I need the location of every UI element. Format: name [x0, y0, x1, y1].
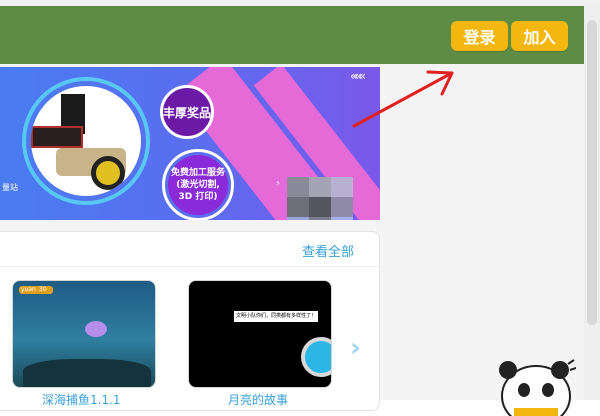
service-line-1: 免费加工服务	[170, 168, 225, 178]
pixelated-qr-image	[287, 177, 355, 220]
project-card-thumbnail[interactable]: yuan 30	[12, 280, 156, 388]
promo-banner[interactable]: 丰厚奖品 免费加工服务 (激光切割, 3D 打印) 量站 ««« ›	[0, 67, 380, 220]
chevron-right-icon: ›	[276, 178, 280, 189]
led-display-image	[31, 126, 83, 148]
fish-sprite	[85, 321, 107, 337]
join-button[interactable]: 加入	[511, 21, 568, 51]
card-tag: 30	[37, 286, 53, 294]
red-pointer-arrow-icon	[352, 70, 454, 128]
top-header: 登录 加入	[0, 6, 584, 64]
seabed-image	[23, 359, 151, 387]
service-badge: 免费加工服务 (激光切割, 3D 打印)	[168, 155, 228, 215]
robot-car-photo	[31, 86, 141, 196]
project-card-thumbnail[interactable]: 文明小队你们，同类都有多样性了！	[188, 280, 332, 388]
scrollbar-thumb[interactable]	[587, 20, 597, 325]
next-chevron-icon[interactable]: ›	[350, 333, 361, 363]
card-tag-text: yuan	[21, 286, 36, 293]
speech-bubble: 文明小队你们，同类都有多样性了！	[234, 311, 319, 322]
moon-wheel-image	[301, 337, 331, 377]
prize-badge: 丰厚奖品	[160, 85, 214, 139]
prize-badge-text: 丰厚奖品	[163, 105, 212, 120]
service-line-3: 3D 打印)	[178, 192, 218, 202]
panel-divider	[0, 266, 379, 267]
banner-side-text: 量站	[2, 183, 18, 192]
login-button[interactable]: 登录	[451, 21, 508, 51]
panda-mascot-icon	[499, 359, 576, 416]
service-line-2: (激光切割,	[176, 180, 220, 190]
wheel-image	[91, 156, 125, 190]
view-all-link[interactable]: 查看全部	[302, 241, 354, 260]
card-tag-text: 30	[39, 286, 47, 293]
